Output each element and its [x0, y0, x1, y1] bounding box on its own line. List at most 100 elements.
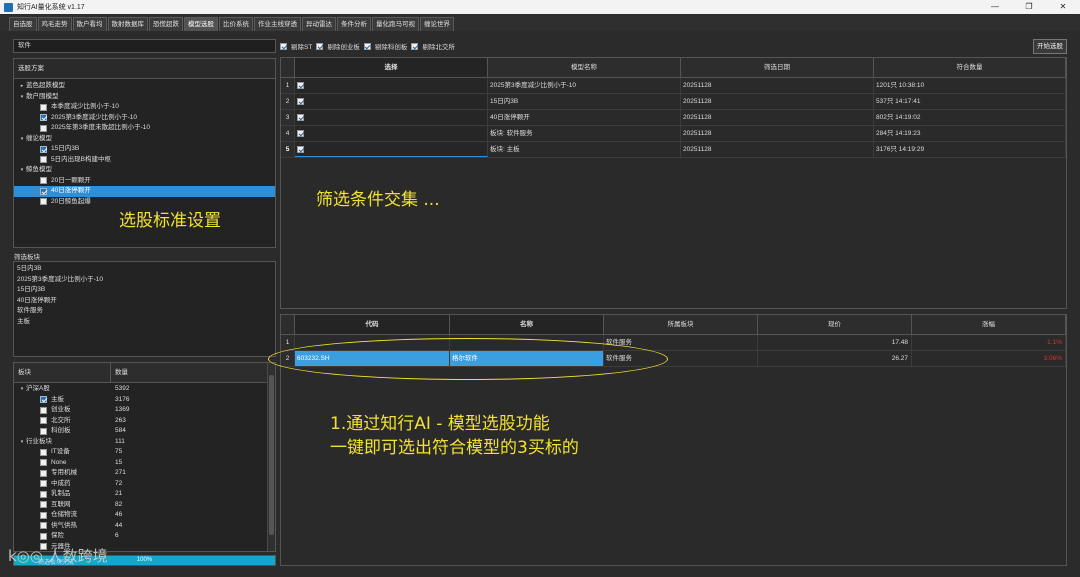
tree-group[interactable]: ▾ 鲸鱼模型: [14, 165, 275, 176]
select-cell[interactable]: [295, 94, 488, 109]
tab-item[interactable]: 缠论世界: [420, 17, 454, 31]
sector-header-name[interactable]: 板块: [14, 363, 111, 382]
sector-checkbox[interactable]: [40, 511, 47, 519]
expand-arrow-icon[interactable]: ▾: [18, 437, 26, 448]
expand-arrow-icon[interactable]: ▾: [18, 134, 26, 145]
close-button[interactable]: ✕: [1046, 0, 1080, 14]
sector-item[interactable]: 主板 3176: [14, 395, 266, 406]
tab-item[interactable]: 比价系统: [219, 17, 253, 31]
sector-checkbox[interactable]: [40, 417, 47, 425]
minimize-button[interactable]: —: [978, 0, 1012, 14]
tree-item[interactable]: 本季度减少比例小于-10: [14, 102, 275, 113]
tab-item[interactable]: 鸡毛走势: [37, 17, 72, 31]
start-selection-button[interactable]: 开始选股: [1033, 39, 1067, 54]
exclude-filter[interactable]: 剔除创业板: [316, 41, 360, 51]
tree-group[interactable]: ▸ 蓝色超跌模型: [14, 81, 275, 92]
tree-checkbox[interactable]: [40, 145, 47, 153]
tree-item[interactable]: 2025年第3季度未散超比例小于-10: [14, 123, 275, 134]
exclude-checkbox[interactable]: [280, 42, 287, 50]
tab-item[interactable]: 条件分析: [337, 17, 371, 31]
row-select-checkbox[interactable]: [297, 98, 304, 105]
sector-item[interactable]: 仓储物流 46: [14, 510, 266, 521]
model-row[interactable]: 3 40日涨停颗开 20251128 802只 14:19:02: [281, 110, 1066, 126]
model-row[interactable]: 2 15日内3B 20251128 537只 14:17:41: [281, 94, 1066, 110]
tree-group[interactable]: ▾ 散户囤模型: [14, 92, 275, 103]
column-header[interactable]: 代码: [295, 315, 450, 334]
column-header[interactable]: 筛选日期: [681, 58, 874, 77]
select-cell[interactable]: [295, 126, 488, 141]
column-header[interactable]: 所属板块: [604, 315, 758, 334]
sector-item[interactable]: 专用机械 271: [14, 468, 266, 479]
column-header[interactable]: 现价: [758, 315, 912, 334]
tree-checkbox[interactable]: [40, 187, 47, 195]
sector-checkbox[interactable]: [40, 448, 47, 456]
tab-item[interactable]: 散户看均: [72, 17, 107, 31]
sector-checkbox[interactable]: [40, 427, 47, 435]
sector-checkbox[interactable]: [40, 532, 47, 540]
sector-checkbox[interactable]: [40, 501, 47, 509]
select-cell[interactable]: [295, 110, 488, 125]
sector-item[interactable]: 互联网 82: [14, 500, 266, 511]
column-header[interactable]: 涨幅: [912, 315, 1066, 334]
sector-group[interactable]: ▾ 行业板块 111: [14, 437, 266, 448]
sector-item[interactable]: IT设备 75: [14, 447, 266, 458]
expand-arrow-icon[interactable]: ▾: [18, 92, 26, 103]
filter-block-textbox[interactable]: 5日内3B 2025第3季度减少比例小于-10 15日内3B 40日涨停颗开 软件服务主…: [13, 261, 276, 357]
sector-scroll-thumb[interactable]: [269, 375, 274, 535]
column-header[interactable]: 模型名称: [488, 58, 681, 77]
tree-item[interactable]: 40日涨停颗开: [14, 186, 275, 197]
sector-checkbox[interactable]: [40, 490, 47, 498]
exclude-checkbox[interactable]: [411, 42, 419, 50]
sector-scrollbar[interactable]: [267, 363, 275, 551]
row-select-checkbox[interactable]: [297, 130, 304, 137]
tree-checkbox[interactable]: [40, 103, 47, 111]
tree-checkbox[interactable]: [40, 124, 47, 132]
model-row[interactable]: 1 2025第3季度减少比例小于-10 20251128 1201只 10:38:10: [281, 78, 1066, 94]
sector-checkbox[interactable]: [40, 480, 47, 488]
tree-item[interactable]: 5日内出现B构建中枢: [14, 155, 275, 166]
sector-item[interactable]: 保险 6: [14, 531, 266, 542]
sector-item[interactable]: 供气供热 44: [14, 521, 266, 532]
tab-item[interactable]: 模型选股: [184, 17, 218, 31]
sector-checkbox[interactable]: [40, 459, 47, 467]
search-input[interactable]: 软件: [13, 39, 276, 53]
expand-arrow-icon[interactable]: ▸: [18, 81, 26, 92]
sector-item[interactable]: None 15: [14, 458, 266, 469]
column-header[interactable]: 符合数量: [874, 58, 1066, 77]
sector-checkbox[interactable]: [40, 396, 47, 404]
tree-group[interactable]: ▾ 缠论模型: [14, 134, 275, 145]
tree-checkbox[interactable]: [40, 177, 47, 185]
row-select-checkbox[interactable]: [297, 82, 304, 89]
exclude-checkbox[interactable]: [316, 42, 324, 50]
row-select-checkbox[interactable]: [297, 114, 304, 121]
model-row[interactable]: 5 板块: 主板 20251128 3176只 14:19:29: [281, 142, 1066, 158]
tab-item[interactable]: 作业主线穿透: [254, 17, 301, 31]
sector-checkbox[interactable]: [40, 522, 47, 530]
exclude-filter[interactable]: 剔除北交所: [411, 41, 455, 51]
expand-arrow-icon[interactable]: ▾: [18, 165, 26, 176]
tree-checkbox[interactable]: [40, 198, 47, 206]
sector-item[interactable]: 乳制品 21: [14, 489, 266, 500]
tab-item[interactable]: 散射数据库: [107, 17, 148, 31]
sector-header-count[interactable]: 数量: [111, 363, 266, 382]
row-select-checkbox[interactable]: [297, 145, 304, 153]
sector-item[interactable]: 科创板 584: [14, 426, 266, 437]
select-cell[interactable]: [295, 142, 488, 157]
sector-item[interactable]: 中成药 72: [14, 479, 266, 490]
sector-checkbox[interactable]: [40, 469, 47, 477]
exclude-checkbox[interactable]: [363, 42, 371, 50]
select-cell[interactable]: [295, 78, 488, 93]
sector-checkbox[interactable]: [40, 406, 47, 414]
exclude-filter[interactable]: 剔除科创板: [363, 41, 407, 51]
exclude-filter[interactable]: 剔除ST: [280, 41, 312, 51]
model-row[interactable]: 4 板块: 软件服务 20251128 284只 14:19:23: [281, 126, 1066, 142]
tab-item[interactable]: 量化跑马可视: [372, 17, 419, 31]
sector-item[interactable]: 北交所 263: [14, 416, 266, 427]
maximize-button[interactable]: ❐: [1012, 0, 1046, 14]
tree-checkbox[interactable]: [40, 156, 47, 164]
column-header[interactable]: 名称: [450, 315, 604, 334]
sector-item[interactable]: 创业板 1369: [14, 405, 266, 416]
tab-item[interactable]: 自选股: [9, 17, 37, 31]
column-header[interactable]: 选择: [295, 58, 488, 77]
expand-arrow-icon[interactable]: ▾: [18, 384, 26, 395]
